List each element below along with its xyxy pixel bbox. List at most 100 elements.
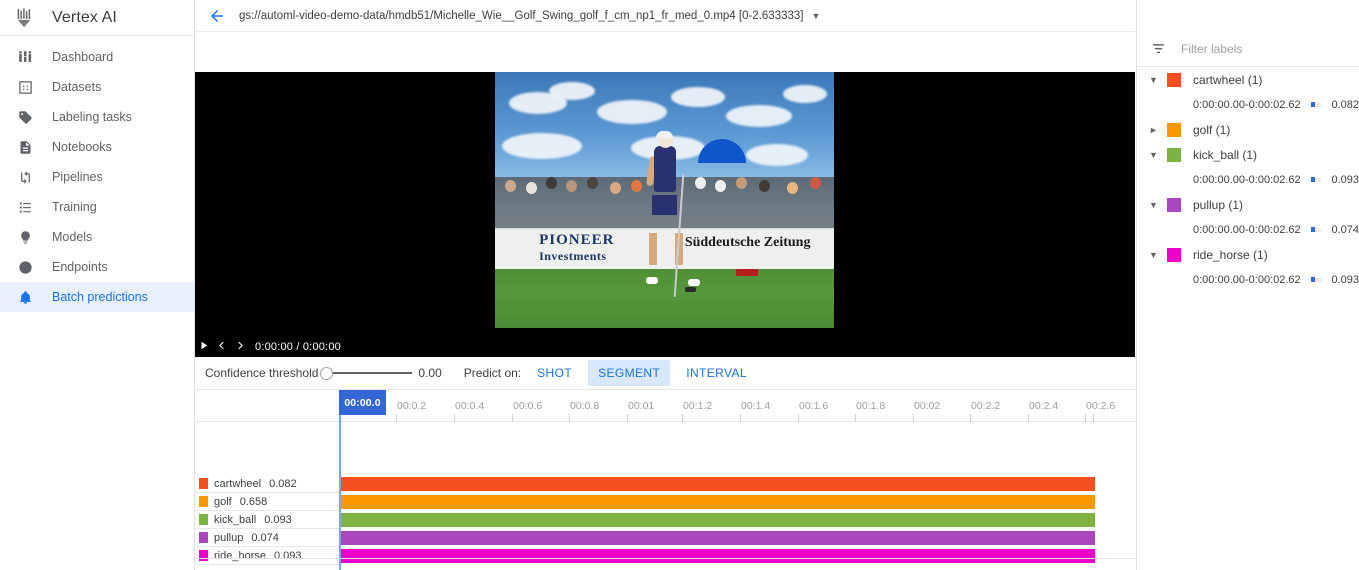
next-frame-icon[interactable] <box>231 340 249 354</box>
segment-confidence-marker <box>1310 177 1315 182</box>
label-group-golf: ► golf (1) <box>1137 117 1359 142</box>
vertex-ai-logo-icon <box>12 5 38 31</box>
timeline-track-row[interactable]: kick_ball 0.093 <box>195 511 1135 529</box>
sidebar-item-label: Models <box>52 230 93 244</box>
track-bar[interactable] <box>341 513 1095 527</box>
slider-thumb[interactable] <box>320 367 334 380</box>
timeline-track-row[interactable]: ride_horse 0.093 <box>195 547 1135 565</box>
label-group-header[interactable]: ► golf (1) <box>1137 117 1359 142</box>
filter-labels-input[interactable]: Filter labels <box>1181 42 1242 56</box>
banner-text-pioneer: PIONEER Investments <box>539 232 614 264</box>
timeline-track-row[interactable]: cartwheel 0.082 <box>195 475 1135 493</box>
predict-mode-segment[interactable]: SEGMENT <box>588 360 671 386</box>
track-score: 0.093 <box>264 513 292 526</box>
chevron-down-icon[interactable]: ▼ <box>811 11 820 21</box>
banner-line-2: Investments <box>539 249 607 263</box>
label-segment-row[interactable]: 0:00:00.00-0:00:02.62 0.082 <box>1137 92 1359 117</box>
notebook-icon <box>12 137 38 157</box>
spectator <box>630 179 642 192</box>
cloud <box>745 143 808 166</box>
chevron-down-icon[interactable]: ▼ <box>1149 200 1165 210</box>
segment-time-range: 0:00:00.00-0:00:02.62 <box>1193 98 1301 111</box>
predict-mode-interval[interactable]: INTERVAL <box>676 360 757 386</box>
pipelines-icon <box>12 167 38 187</box>
sidebar-item-dashboard[interactable]: Dashboard <box>0 42 194 72</box>
timeline-ruler[interactable]: 00:0.2 00:0.4 00:0.6 00:0.8 00:01 00:1.2… <box>195 390 1135 422</box>
video-player-stage[interactable]: PIONEER Investments Süddeutsche Zeitung <box>195 72 1135 357</box>
segment-confidence-bar <box>1310 227 1322 232</box>
track-score: 0.074 <box>251 531 279 544</box>
segment-confidence-marker <box>1310 102 1315 107</box>
chevron-down-icon[interactable]: ▼ <box>1149 75 1165 85</box>
chevron-right-icon[interactable]: ► <box>1149 125 1165 135</box>
track-label[interactable]: ride_horse 0.093 <box>195 547 339 565</box>
timeline-track-row[interactable]: golf 0.658 <box>195 493 1135 511</box>
chevron-down-icon[interactable]: ▼ <box>1149 150 1165 160</box>
label-segment-row[interactable]: 0:00:00.00-0:00:02.62 0.093 <box>1137 167 1359 192</box>
segment-time-range: 0:00:00.00-0:00:02.62 <box>1193 273 1301 286</box>
sidebar-item-notebooks[interactable]: Notebooks <box>0 132 194 162</box>
sidebar-item-label: Pipelines <box>52 170 103 184</box>
confidence-threshold-value: 0.00 <box>418 366 442 380</box>
label-group-kick-ball: ▼ kick_ball (1) 0:00:00.00-0:00:02.62 0.… <box>1137 142 1359 192</box>
label-segment-row[interactable]: 0:00:00.00-0:00:02.62 0.074 <box>1137 217 1359 242</box>
confidence-threshold-slider[interactable] <box>320 366 413 380</box>
golfer-skirt <box>651 194 677 215</box>
ruler-tick-mark <box>569 414 570 422</box>
label-group-header[interactable]: ▼ pullup (1) <box>1137 192 1359 217</box>
ruler-tick-mark <box>682 414 683 422</box>
sidebar-item-label: Datasets <box>52 80 102 94</box>
ruler-tick-mark <box>913 414 914 422</box>
sidebar-item-datasets[interactable]: Datasets <box>0 72 194 102</box>
spectator <box>735 176 747 189</box>
ruler-tick-label: 00:2.4 <box>1029 400 1059 412</box>
track-bar[interactable] <box>341 495 1095 509</box>
spectator <box>715 179 727 192</box>
spectator <box>586 176 598 189</box>
sidebar-nav: Dashboard Datasets Labeling tasks Notebo… <box>0 36 194 312</box>
timeline-track-row[interactable]: pullup 0.074 <box>195 529 1135 547</box>
filter-labels-row[interactable]: Filter labels <box>1137 31 1359 67</box>
golfer-body <box>654 146 677 193</box>
label-group-ride-horse: ▼ ride_horse (1) 0:00:00.00-0:00:02.62 0… <box>1137 242 1359 292</box>
track-label[interactable]: pullup 0.074 <box>195 529 339 547</box>
playhead-time-chip[interactable]: 00:00.0 <box>339 390 386 415</box>
back-arrow-icon[interactable] <box>195 7 239 25</box>
label-group-header[interactable]: ▼ kick_ball (1) <box>1137 142 1359 167</box>
sidebar-item-labeling-tasks[interactable]: Labeling tasks <box>0 102 194 132</box>
filter-icon[interactable] <box>1151 41 1169 56</box>
sidebar-item-models[interactable]: Models <box>0 222 194 252</box>
brand-header[interactable]: Vertex AI <box>0 0 194 36</box>
sidebar-item-label: Labeling tasks <box>52 110 132 124</box>
label-segment-row[interactable]: 0:00:00.00-0:00:02.62 0.093 <box>1137 267 1359 292</box>
track-label[interactable]: kick_ball 0.093 <box>195 511 339 529</box>
spectator <box>566 179 578 192</box>
label-group-header[interactable]: ▼ ride_horse (1) <box>1137 242 1359 267</box>
prediction-timeline[interactable]: 00:0.2 00:0.4 00:0.6 00:0.8 00:01 00:1.2… <box>195 390 1135 570</box>
track-color-swatch <box>199 478 208 489</box>
golfer-leg <box>649 233 658 266</box>
play-icon[interactable] <box>195 340 213 354</box>
predict-mode-shot[interactable]: SHOT <box>527 360 582 386</box>
video-frame: PIONEER Investments Süddeutsche Zeitung <box>495 72 834 328</box>
track-bar[interactable] <box>341 549 1095 563</box>
track-bar[interactable] <box>341 531 1095 545</box>
lightbulb-icon <box>12 227 38 247</box>
vertex-ai-batch-prediction-video-viewer: Vertex AI Dashboard Datasets Labeling ta… <box>0 0 1359 570</box>
label-group-header[interactable]: ▼ cartwheel (1) <box>1137 67 1359 92</box>
label-group-name: cartwheel (1) <box>1193 72 1263 87</box>
ruler-tick-mark <box>454 414 455 422</box>
ruler-tick-label: 00:0.8 <box>570 400 600 412</box>
sidebar-item-training[interactable]: Training <box>0 192 194 222</box>
previous-frame-icon[interactable] <box>213 340 231 354</box>
chevron-down-icon[interactable]: ▼ <box>1149 250 1165 260</box>
labels-panel: Filter labels ▼ cartwheel (1) 0:00:00.00… <box>1136 0 1359 570</box>
track-bar[interactable] <box>341 477 1095 491</box>
spectator <box>545 176 557 189</box>
sidebar-item-pipelines[interactable]: Pipelines <box>0 162 194 192</box>
track-label[interactable]: golf 0.658 <box>195 493 339 511</box>
segment-confidence-bar <box>1310 102 1322 107</box>
sidebar-item-batch-predictions[interactable]: Batch predictions <box>0 282 194 312</box>
track-label[interactable]: cartwheel 0.082 <box>195 475 339 493</box>
sidebar-item-endpoints[interactable]: Endpoints <box>0 252 194 282</box>
